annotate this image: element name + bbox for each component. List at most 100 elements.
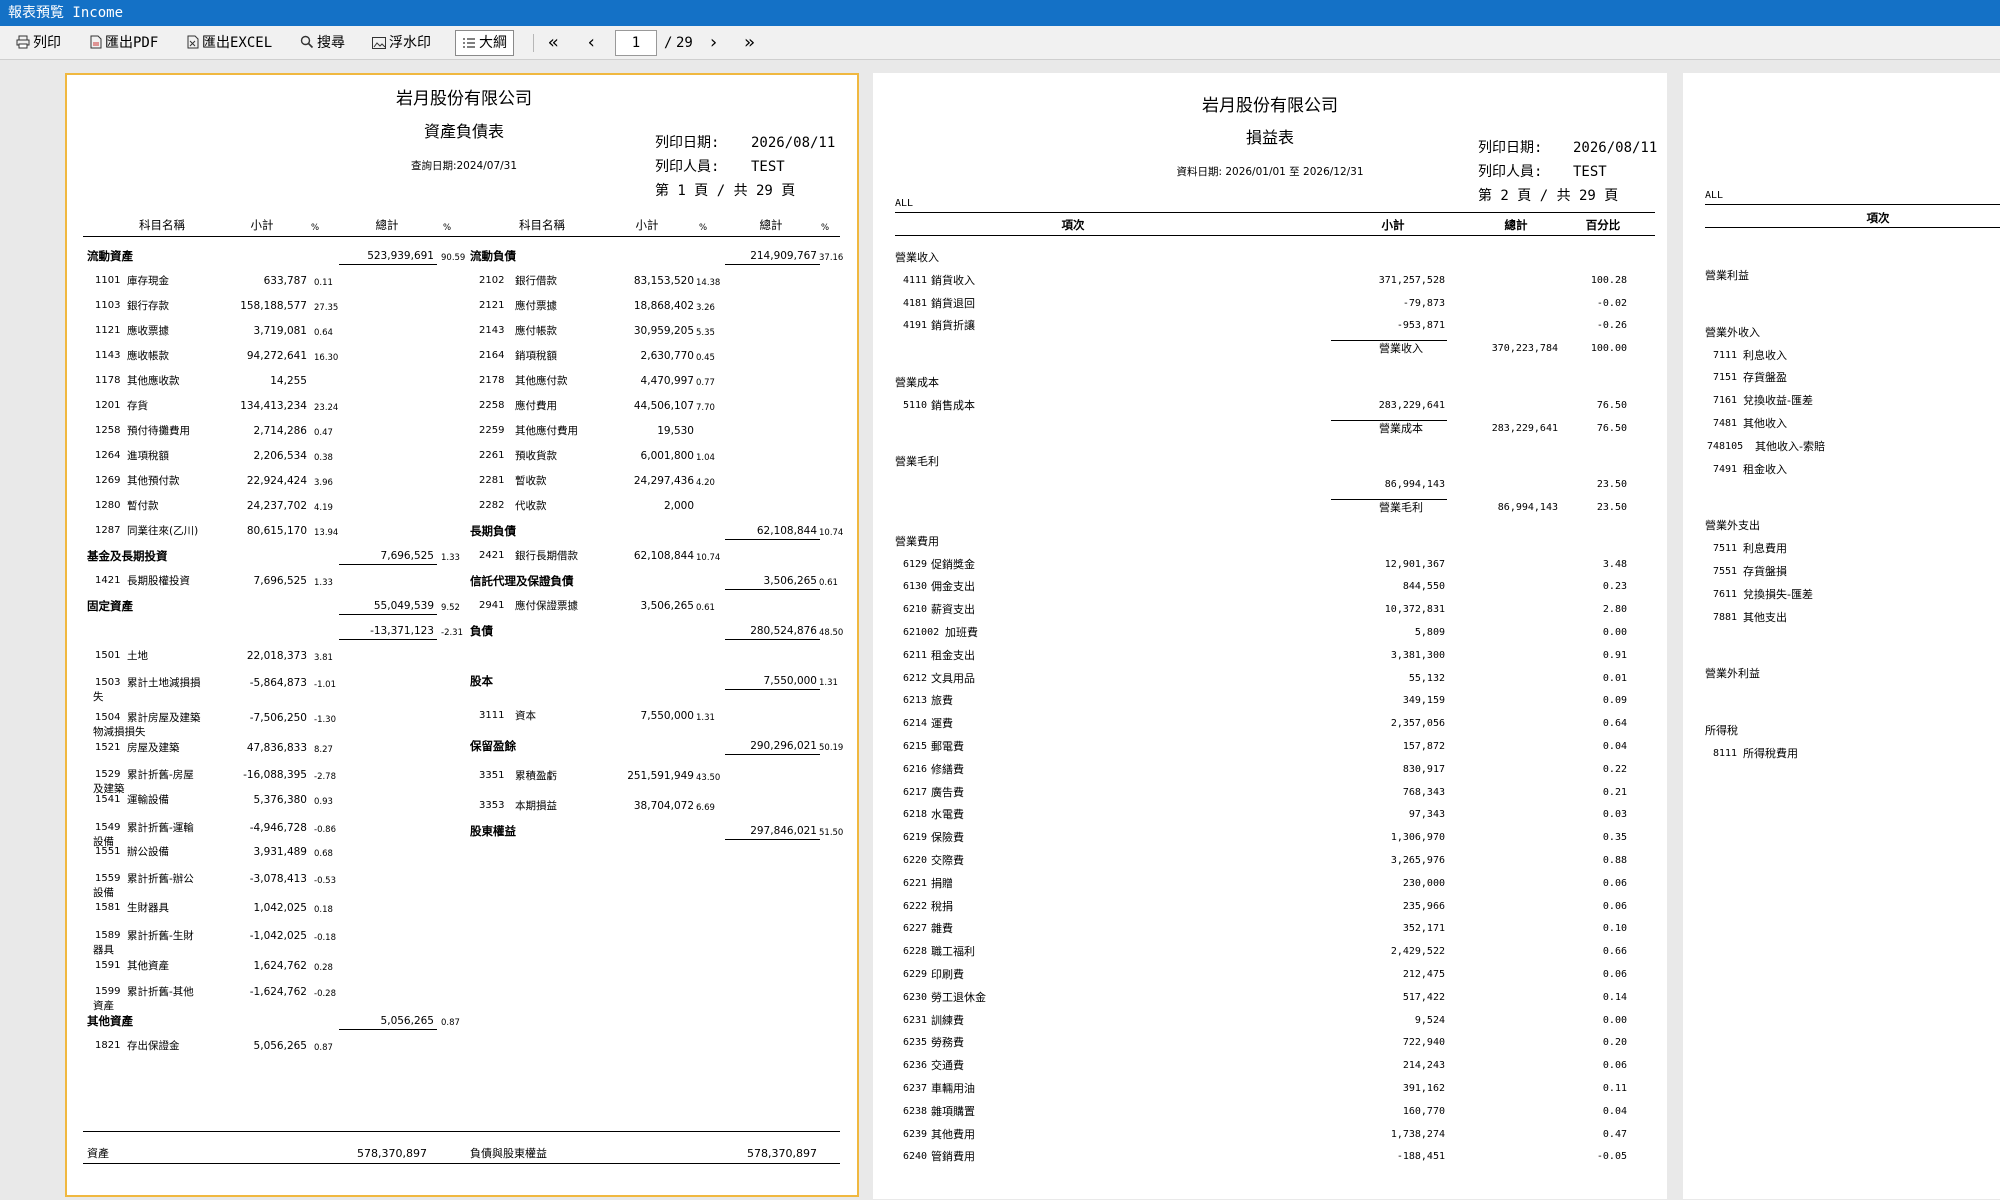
account-name: 應付費用 (515, 400, 557, 412)
account-pct: 0.47 (1602, 1128, 1627, 1140)
account-subtotal: 62,108,844 (633, 550, 694, 562)
account-name: 預付待攤費用 (127, 425, 190, 437)
account-pct: 0.88 (1602, 855, 1627, 866)
subtotal-total: 370,223,784 (1491, 343, 1558, 355)
account-name: 訓練費 (931, 1013, 964, 1027)
group-total-pct: 0.87 (441, 1018, 460, 1028)
group-total: -13,371,123 (370, 625, 434, 637)
page-number-input[interactable] (615, 30, 657, 56)
account-pct: 0.01 (1602, 672, 1627, 684)
search-button[interactable]: 搜尋 (300, 30, 345, 56)
group-heading: 股東權益 (470, 824, 516, 838)
footer-rule (83, 1131, 840, 1132)
account-subtotal: -1,624,762 (249, 986, 307, 998)
account-name: 辦公設備 (127, 846, 169, 858)
page-number: 第 1 頁 / 共 29 頁 (655, 183, 796, 199)
footer-rule-bottom (83, 1163, 840, 1164)
account-pct: 6.69 (696, 803, 715, 813)
footer-liab-label: 負債與股東權益 (470, 1147, 547, 1160)
account-code: 7491 (1713, 463, 1738, 475)
section-heading: 營業費用 (895, 534, 939, 548)
account-code: 1599 (95, 986, 121, 997)
subtotal-total: 283,229,641 (1491, 422, 1558, 434)
account-name: 廣告費 (931, 785, 964, 799)
account-name: 文具用品 (931, 671, 975, 685)
col-header-item: 項次 (1866, 211, 1890, 225)
account-code: 1121 (95, 325, 121, 336)
account-subtotal: 3,719,081 (253, 325, 307, 337)
account-subtotal: 24,237,702 (246, 500, 307, 512)
first-page-button[interactable]: « (548, 30, 559, 56)
account-subtotal: 1,738,274 (1390, 1128, 1445, 1140)
account-subtotal: 2,429,522 (1390, 946, 1445, 958)
next-page-button[interactable]: › (708, 30, 719, 56)
account-name: 印刷費 (931, 968, 964, 981)
account-code: 3353 (479, 800, 505, 811)
account-pct: 0.09 (1602, 695, 1627, 707)
account-name: 資本 (515, 710, 536, 722)
account-name: 其他支出 (1743, 610, 1787, 624)
prev-page-button[interactable]: ‹ (586, 30, 597, 56)
account-name: 進項稅額 (127, 450, 169, 462)
group-total-pct: 50.19 (819, 743, 844, 753)
print-button[interactable]: 列印 (16, 30, 61, 56)
account-subtotal: 3,931,489 (253, 846, 307, 858)
printer-icon (16, 35, 30, 49)
account-code: 1589 (95, 930, 121, 941)
account-name: 旅費 (931, 694, 953, 708)
account-code: 1421 (95, 575, 121, 586)
account-name-cont: 設備 (93, 887, 114, 899)
account-name: 兌換收益-匯差 (1743, 394, 1813, 408)
account-subtotal: 251,591,949 (627, 770, 694, 782)
header-rule (83, 236, 840, 237)
account-pct: 16.30 (314, 353, 339, 363)
account-pct: 27.35 (314, 303, 339, 313)
account-pct: 0.77 (696, 378, 715, 388)
group-total: 62,108,844 (756, 525, 817, 537)
account-subtotal: 4,470,997 (640, 375, 694, 387)
export-excel-label: 匯出EXCEL (202, 35, 273, 51)
footer-assets-total: 578,370,897 (357, 1147, 427, 1160)
account-pct: 0.38 (314, 453, 333, 463)
account-code: 7481 (1713, 418, 1738, 429)
last-page-button[interactable]: » (744, 30, 755, 56)
account-subtotal: 844,550 (1402, 581, 1445, 593)
account-name: 預收貨款 (515, 450, 557, 462)
account-subtotal: 3,506,265 (640, 600, 694, 612)
account-pct: 0.04 (1602, 741, 1627, 752)
subtotal-pct: 100.00 (1590, 343, 1627, 355)
account-name: 勞務費 (931, 1036, 964, 1050)
account-pct: -1.30 (314, 715, 336, 725)
first-page-icon: « (548, 32, 559, 53)
account-code: 6227 (903, 923, 928, 935)
account-subtotal: 9,524 (1414, 1014, 1445, 1026)
account-pct: 0.47 (314, 428, 333, 438)
group-total: 297,846,021 (750, 825, 817, 837)
account-subtotal: 212,475 (1402, 969, 1445, 980)
group-total-pct: 37.16 (819, 253, 844, 263)
export-excel-button[interactable]: 匯出EXCEL (187, 30, 272, 56)
account-code: 6221 (903, 877, 928, 889)
report-title: 損益表 (1245, 128, 1294, 147)
account-code: 6240 (903, 1151, 928, 1163)
account-code: 1549 (95, 822, 121, 833)
outline-button[interactable]: 大綱 (455, 30, 514, 56)
account-pct: 2.80 (1602, 604, 1627, 616)
export-pdf-button[interactable]: 匯出PDF (90, 30, 158, 56)
account-pct: 0.66 (1602, 946, 1627, 958)
account-code: 1501 (95, 650, 121, 661)
account-name-cont: 器具 (93, 944, 114, 956)
total-underline (339, 264, 437, 265)
report-viewer[interactable]: 岩月股份有限公司 資產負債表 查詢日期:2024/07/31 列印日期: 2026/08… (0, 61, 2000, 1200)
account-code: 1821 (95, 1040, 121, 1051)
account-name: 其他應收款 (127, 375, 180, 387)
account-name: 累計折舊-運輸 (127, 822, 194, 834)
account-subtotal: -16,088,395 (243, 769, 307, 781)
account-code: 1143 (95, 350, 121, 361)
watermark-button[interactable]: 浮水印 (372, 30, 431, 56)
account-subtotal: -3,078,413 (249, 873, 307, 885)
group-heading: 股本 (470, 674, 493, 688)
total-underline (339, 639, 437, 640)
account-subtotal: 371,257,528 (1378, 274, 1445, 286)
account-subtotal: 160,770 (1402, 1105, 1445, 1117)
